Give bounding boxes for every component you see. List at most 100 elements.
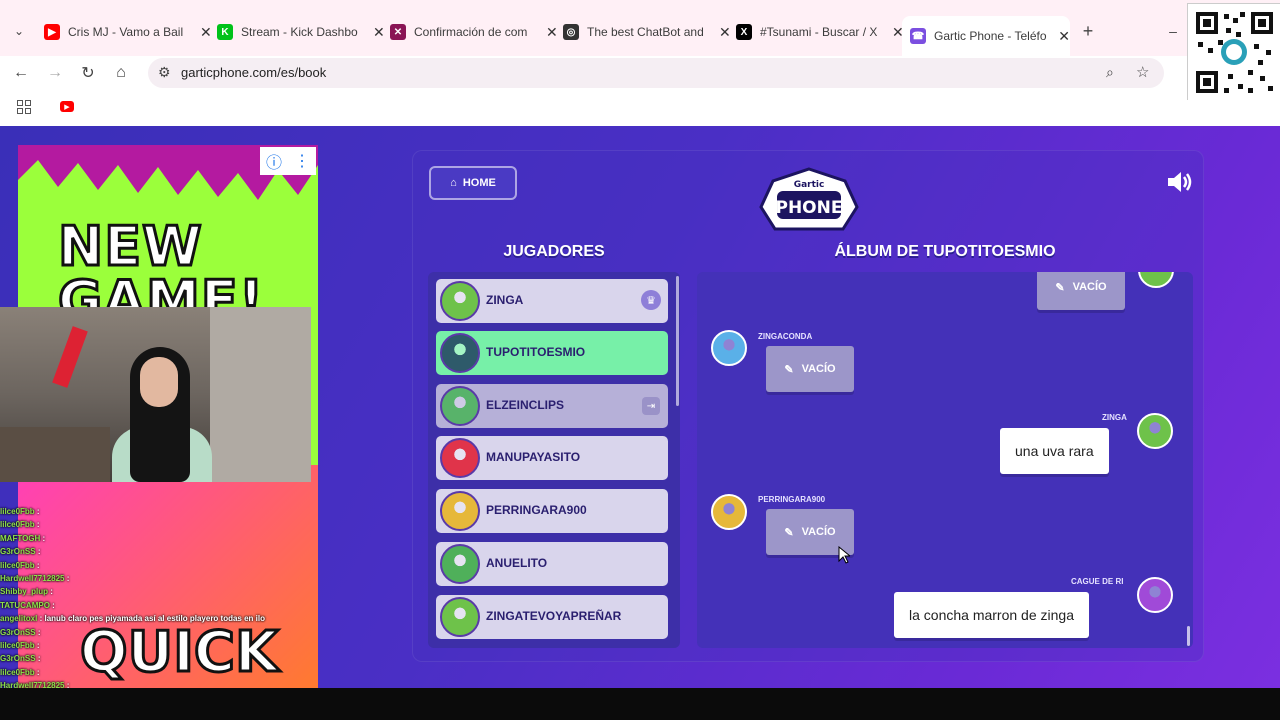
site-settings-icon[interactable]: ⚙	[158, 64, 171, 81]
tab-title: #Tsunami - Buscar / X	[760, 25, 878, 39]
pencil-icon: ✎	[784, 363, 794, 376]
player-row[interactable]: TUPOTITOESMIO	[436, 331, 668, 375]
player-avatar	[440, 438, 480, 478]
player-name: ZINGA	[486, 293, 524, 307]
browser-tab[interactable]: ✕ Confirmación de com ✕	[390, 18, 558, 46]
ad-info-icon[interactable]: ⓘ	[266, 149, 282, 173]
back-icon[interactable]: ←	[10, 62, 32, 84]
omnibox[interactable]: ⚙ garticphone.com/es/book ⌕ ☆	[148, 58, 1164, 88]
chat-message: :	[36, 560, 40, 570]
url-text[interactable]: garticphone.com/es/book	[181, 65, 326, 80]
home-button[interactable]: ⌂ HOME	[429, 166, 517, 200]
chat-username: angelitoxl	[0, 614, 38, 624]
entry-text: VACÍO	[801, 363, 836, 375]
minimize-icon[interactable]: –	[1162, 20, 1184, 42]
gartic-phone-logo: PHONE Gartic	[759, 167, 859, 231]
text-entry-bubble: una uva rara	[1000, 428, 1109, 474]
album-avatar	[711, 494, 747, 530]
player-name: ELZEINCLIPS	[486, 398, 565, 412]
pencil-icon: ✎	[784, 526, 794, 539]
chat-message: :	[36, 507, 40, 516]
x-favicon-icon: X	[736, 24, 752, 40]
bookmark-star-icon[interactable]: ☆	[1136, 63, 1149, 81]
new-tab-icon[interactable]: +	[1077, 20, 1099, 42]
microphone-icon	[52, 326, 88, 388]
chat-line: G3rOnSS :	[0, 545, 310, 558]
player-avatar	[440, 386, 480, 426]
chat-username: G3rOnSS	[0, 654, 36, 664]
album-avatar	[1137, 577, 1173, 613]
home-icon[interactable]: ⌂	[110, 62, 132, 84]
close-tab-icon[interactable]: ✕	[546, 24, 558, 41]
album-avatar	[1138, 272, 1174, 288]
players-scrollbar[interactable]	[676, 276, 679, 406]
player-row[interactable]: ZINGATEVOYAPREÑAR	[436, 595, 668, 639]
player-row[interactable]: ELZEINCLIPS ⇥	[436, 384, 668, 428]
speaker-icon	[1168, 172, 1192, 192]
player-name: ZINGATEVOYAPREÑAR	[486, 609, 622, 623]
browser-tab[interactable]: K Stream - Kick Dashbo ✕	[217, 18, 385, 46]
ad-menu-icon[interactable]: ⋮	[294, 151, 310, 171]
webcam-overlay	[0, 307, 311, 482]
player-avatar	[440, 281, 480, 321]
player-name: PERRINGARA900	[486, 503, 587, 517]
chat-message: :	[52, 600, 55, 610]
browser-tab[interactable]: X #Tsunami - Buscar / X ✕	[736, 18, 904, 46]
browser-tab[interactable]: ▶ Cris MJ - Vamo a Bail ✕	[44, 18, 212, 46]
reload-icon[interactable]: ↻	[77, 62, 99, 84]
browser-tab-bar: ⌄ ▶ Cris MJ - Vamo a Bail ✕ K Stream - K…	[0, 0, 1280, 56]
chat-message: :	[36, 520, 40, 530]
album-username: ZINGA	[1102, 413, 1127, 422]
apps-grid-icon[interactable]	[17, 100, 31, 114]
chat-message: :	[50, 587, 53, 597]
address-bar-row: ← → ↻ ⌂ ⚙ garticphone.com/es/book ⌕ ☆	[0, 56, 1280, 90]
chat-message: :	[36, 667, 40, 677]
browser-tab[interactable]: ◎ The best ChatBot and ✕	[563, 18, 731, 46]
tab-title: The best ChatBot and	[587, 25, 704, 39]
player-name: TUPOTITOESMIO	[486, 345, 586, 359]
tab-search-chevron-icon[interactable]: ⌄	[8, 20, 30, 42]
close-tab-icon[interactable]: ✕	[719, 24, 731, 41]
player-row[interactable]: PERRINGARA900	[436, 489, 668, 533]
pencil-icon: ✎	[1055, 281, 1065, 294]
player-avatar	[440, 544, 480, 584]
player-row[interactable]: ANUELITO	[436, 542, 668, 586]
home-button-label: HOME	[462, 177, 496, 189]
chat-message: :	[66, 574, 70, 584]
youtube-bookmark-icon[interactable]: ▶	[60, 101, 74, 112]
mouse-cursor-icon	[838, 546, 850, 564]
ad-info-buttons[interactable]: ⓘ ⋮	[260, 147, 316, 175]
forward-icon[interactable]: →	[44, 62, 66, 84]
player-row[interactable]: MANUPAYASITO	[436, 436, 668, 480]
chat-username: lilce0Fbb	[0, 520, 35, 530]
svg-text:PHONE: PHONE	[776, 198, 843, 218]
player-avatar	[440, 597, 480, 637]
chatbot-favicon-icon: ◎	[563, 24, 579, 40]
webcam-wall	[210, 307, 311, 482]
chat-username: lilce0Fbb	[0, 507, 35, 516]
browser-tab-active[interactable]: ☎ Gartic Phone - Teléfo ✕	[902, 16, 1070, 56]
chat-line: G3rOnSS :	[0, 652, 310, 665]
player-row[interactable]: ZINGA ♛	[436, 279, 668, 323]
zoom-icon[interactable]: ⌕	[1106, 64, 1114, 81]
home-icon: ⌂	[450, 177, 457, 189]
player-avatar	[440, 491, 480, 531]
tab-title: Stream - Kick Dashbo	[241, 25, 358, 39]
chat-username: G3rOnSS	[0, 547, 36, 557]
album-username: PERRINGARA900	[758, 495, 826, 504]
entry-text: VACÍO	[1072, 281, 1107, 293]
close-tab-icon[interactable]: ✕	[1058, 28, 1070, 45]
svg-text:Gartic: Gartic	[794, 180, 825, 190]
album-username: CAGUE DE RI	[1071, 577, 1124, 586]
players-heading: JUGADORES	[503, 243, 605, 260]
chat-line: lilce0Fbb :	[0, 639, 310, 652]
chat-message: :	[36, 641, 40, 651]
chat-username: MAFTOGH	[0, 533, 41, 543]
close-tab-icon[interactable]: ✕	[373, 24, 385, 41]
player-name: ANUELITO	[486, 556, 548, 570]
chat-message: :	[42, 533, 46, 543]
close-tab-icon[interactable]: ✕	[200, 24, 212, 41]
chat-line: Hardwell7712825 :	[0, 572, 310, 585]
sound-toggle[interactable]	[1166, 170, 1194, 194]
chat-line: angelitoxl : lanub claro pes piyamada as…	[0, 612, 310, 625]
